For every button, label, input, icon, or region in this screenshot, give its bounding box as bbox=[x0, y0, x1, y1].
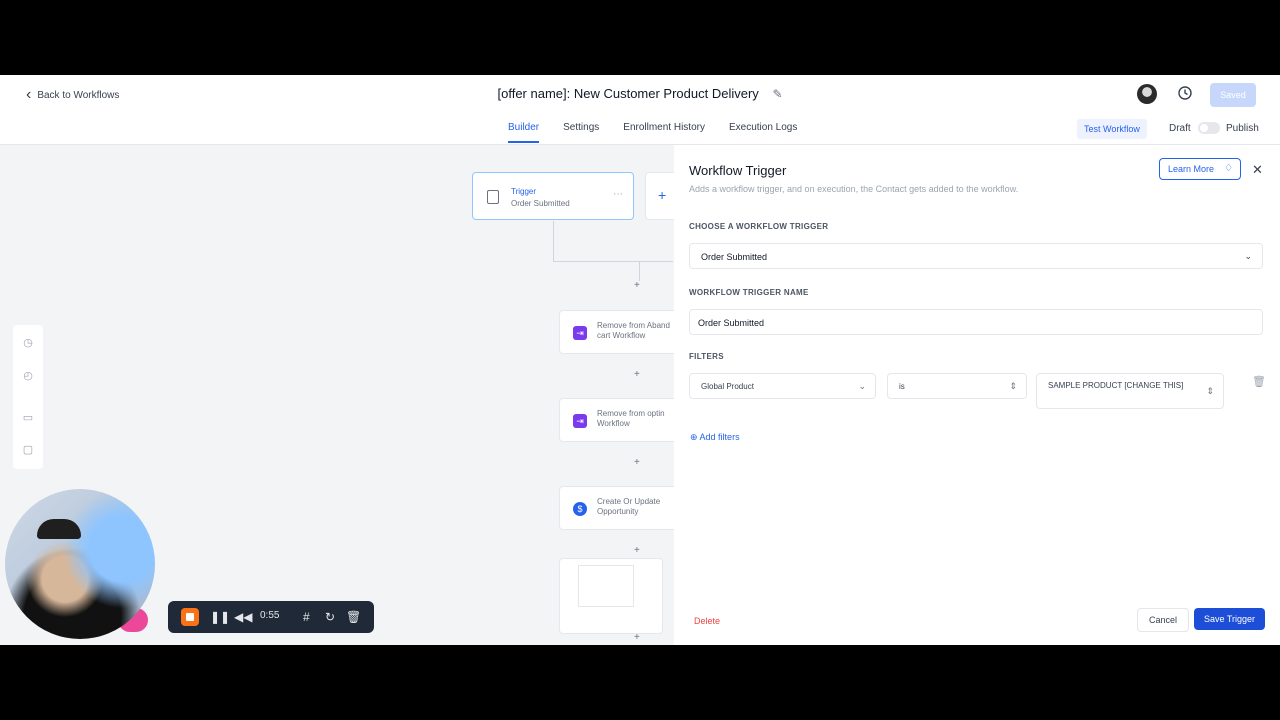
up-down-caret-icon: ⇕ bbox=[1009, 381, 1017, 391]
choose-trigger-label: CHOOSE A WORKFLOW TRIGGER bbox=[689, 222, 829, 231]
clock-icon[interactable]: ◴ bbox=[22, 370, 34, 382]
pause-icon[interactable]: ❚❚ bbox=[210, 609, 230, 625]
cancel-button[interactable]: Cancel bbox=[1137, 608, 1190, 632]
filter-value-select[interactable]: SAMPLE PRODUCT [CHANGE THIS] ⇕ bbox=[1036, 373, 1224, 409]
recorder-controls: ❚❚ ◀◀ 0:55 # ↻ 🗑 bbox=[168, 601, 374, 633]
test-workflow-button[interactable]: Test Workflow bbox=[1077, 119, 1147, 139]
up-down-caret-icon: ⇕ bbox=[1206, 386, 1214, 396]
trigger-select[interactable]: Order Submitted ⌄ bbox=[689, 243, 1263, 269]
trigger-name-input[interactable]: Order Submitted bbox=[689, 309, 1263, 335]
action-node-label: Remove from optin Workflow bbox=[597, 409, 665, 428]
delete-button[interactable]: Delete bbox=[684, 611, 730, 631]
grid-icon[interactable]: # bbox=[303, 609, 310, 625]
clipboard-icon bbox=[487, 190, 499, 204]
learn-more-label: Learn More bbox=[1168, 164, 1215, 174]
trigger-node-title: Trigger bbox=[511, 187, 537, 196]
preview-thumbnail bbox=[578, 565, 634, 607]
presenter-cap bbox=[37, 519, 81, 539]
header: ‹ Back to Workflows [offer name]: New Cu… bbox=[0, 75, 1280, 145]
trigger-select-value: Order Submitted bbox=[701, 252, 768, 262]
opportunity-icon: $ bbox=[573, 502, 587, 516]
user-avatar[interactable] bbox=[1137, 84, 1157, 104]
filter-value: SAMPLE PRODUCT [CHANGE THIS] bbox=[1048, 381, 1184, 390]
canvas-toolbar: ◷ ◴ ▭ ▢ bbox=[13, 325, 43, 469]
filter-field-select[interactable]: Global Product ⌄ bbox=[689, 373, 876, 399]
webcam-bubble bbox=[5, 489, 155, 639]
trigger-name-value: Order Submitted bbox=[698, 318, 765, 328]
rewind-icon[interactable]: ◀◀ bbox=[234, 609, 252, 625]
note-icon[interactable]: ▢ bbox=[22, 444, 34, 456]
recording-time: 0:55 bbox=[260, 610, 280, 621]
workflow-trigger-panel: Workflow Trigger Adds a workflow trigger… bbox=[674, 145, 1280, 645]
action-node[interactable]: ⇥ Remove from optin Workflow bbox=[559, 398, 674, 442]
action-node-label: Create Or Update Opportunity bbox=[597, 497, 661, 516]
connector-line bbox=[553, 221, 554, 261]
add-step-plus-icon[interactable]: + bbox=[634, 545, 640, 556]
panel-subtitle: Adds a workflow trigger, and on executio… bbox=[689, 184, 1019, 194]
action-node-preview[interactable] bbox=[559, 558, 663, 634]
trigger-name-label: WORKFLOW TRIGGER NAME bbox=[689, 288, 809, 297]
page-title: [offer name]: New Customer Product Deliv… bbox=[0, 86, 1280, 101]
connector-line bbox=[553, 261, 673, 262]
draft-label: Draft bbox=[1169, 123, 1191, 134]
trigger-node[interactable]: Trigger Order Submitted ⋯ bbox=[472, 172, 634, 220]
add-step-plus-icon[interactable]: + bbox=[634, 369, 640, 380]
add-step-plus-icon[interactable]: + bbox=[634, 280, 640, 291]
workflow-icon: ⇥ bbox=[573, 414, 587, 428]
connector-line bbox=[639, 261, 640, 281]
filter-operator-select[interactable]: is ⇕ bbox=[887, 373, 1027, 399]
filter-field-value: Global Product bbox=[701, 382, 754, 391]
plus-circle-icon: ⊕ bbox=[690, 432, 700, 442]
workflow-name[interactable]: [offer name]: New Customer Product Deliv… bbox=[498, 86, 759, 101]
action-node-label: Remove from Aband cart Workflow bbox=[597, 321, 670, 340]
restart-icon[interactable]: ↻ bbox=[325, 609, 335, 625]
tab-execution-logs[interactable]: Execution Logs bbox=[729, 122, 797, 143]
workflow-tabs: Builder Settings Enrollment History Exec… bbox=[508, 122, 797, 143]
saved-button[interactable]: Saved bbox=[1210, 83, 1256, 107]
trash-icon[interactable]: 🗑 bbox=[1252, 375, 1266, 388]
workflow-builder-app: ‹ Back to Workflows [offer name]: New Cu… bbox=[0, 75, 1280, 645]
tab-enrollment-history[interactable]: Enrollment History bbox=[623, 122, 705, 143]
panel-title: Workflow Trigger bbox=[689, 163, 787, 178]
check-circle-icon[interactable]: ◷ bbox=[22, 337, 34, 349]
add-trigger-node[interactable]: + bbox=[645, 172, 674, 220]
add-step-plus-icon[interactable]: + bbox=[634, 632, 640, 643]
filters-label: FILTERS bbox=[689, 352, 724, 361]
workflow-icon: ⇥ bbox=[573, 326, 587, 340]
filter-operator-value: is bbox=[899, 382, 905, 391]
add-filters-label: Add filters bbox=[699, 432, 740, 442]
chevron-down-icon: ⌄ bbox=[1244, 251, 1252, 261]
trigger-node-subtitle: Order Submitted bbox=[511, 199, 570, 208]
stop-recording-button[interactable] bbox=[181, 608, 199, 626]
tab-builder[interactable]: Builder bbox=[508, 122, 540, 143]
more-options-icon[interactable]: ⋯ bbox=[613, 189, 623, 200]
publish-label: Publish bbox=[1226, 123, 1259, 134]
action-node[interactable]: $ Create Or Update Opportunity bbox=[559, 486, 674, 530]
learn-more-button[interactable]: Learn More ♢ bbox=[1159, 158, 1242, 180]
comment-icon[interactable]: ▭ bbox=[22, 412, 34, 424]
tab-settings[interactable]: Settings bbox=[563, 122, 599, 143]
edit-pencil-icon[interactable]: ✎ bbox=[772, 87, 782, 101]
plus-icon: + bbox=[658, 187, 667, 203]
lightbulb-icon: ♢ bbox=[1224, 163, 1234, 174]
trash-icon[interactable]: 🗑 bbox=[346, 609, 361, 625]
action-node[interactable]: ⇥ Remove from Aband cart Workflow bbox=[559, 310, 674, 354]
save-trigger-button[interactable]: Save Trigger bbox=[1194, 608, 1266, 630]
history-clock-icon[interactable] bbox=[1177, 85, 1193, 101]
close-icon[interactable]: ✕ bbox=[1252, 162, 1263, 178]
chevron-down-icon: ⌄ bbox=[858, 381, 866, 391]
add-filters-link[interactable]: ⊕ Add filters bbox=[690, 432, 740, 443]
publish-toggle[interactable] bbox=[1198, 122, 1220, 134]
add-step-plus-icon[interactable]: + bbox=[634, 457, 640, 468]
